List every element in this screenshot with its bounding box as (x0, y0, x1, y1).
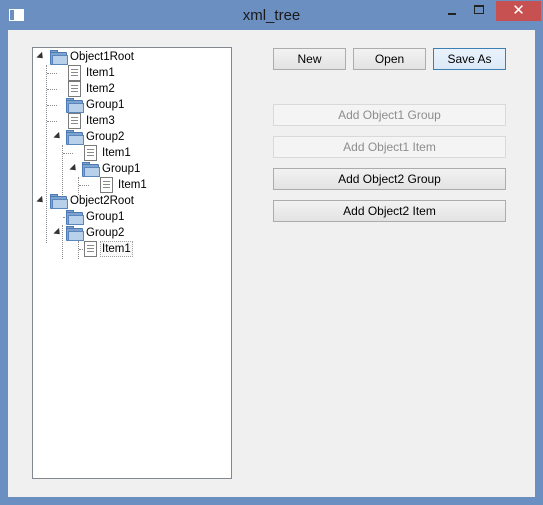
document-icon (100, 177, 113, 193)
client-area: Object1Root Item1 Item2 Group1 Item3 Gro… (8, 30, 535, 497)
tree-node-label: Item1 (86, 67, 115, 79)
tree-node-label: Group1 (102, 163, 141, 175)
maximize-icon (474, 5, 484, 14)
add-object1-group-button[interactable]: Add Object1 Group (273, 104, 506, 126)
tree-connector (47, 121, 57, 122)
tree-node-label: Item3 (86, 115, 115, 127)
tree-node-label: Group1 (86, 99, 125, 111)
folder-icon (66, 210, 84, 225)
tree-connector (78, 241, 79, 259)
document-icon (68, 113, 81, 129)
tree-node-label: Object1Root (70, 51, 134, 63)
minimize-icon (448, 13, 456, 15)
tree-node-label: Group1 (86, 211, 125, 223)
tree-connector (47, 89, 57, 90)
minimize-button[interactable] (442, 1, 462, 21)
document-icon (68, 81, 81, 97)
expanded-arrow-icon[interactable] (36, 51, 46, 62)
folder-icon (50, 50, 68, 65)
tree-node-label: Group2 (86, 227, 125, 239)
close-button[interactable]: ✕ (496, 1, 541, 21)
tree-connector (79, 185, 89, 186)
folder-icon (66, 130, 84, 145)
tree-node-label: Group2 (86, 131, 125, 143)
tree-view[interactable]: Object1Root Item1 Item2 Group1 Item3 Gro… (32, 47, 232, 479)
tree-connector (63, 153, 73, 154)
document-icon (68, 65, 81, 81)
folder-icon (66, 98, 84, 113)
expanded-arrow-icon[interactable] (69, 163, 79, 174)
tree-node-label: Item1 (118, 179, 147, 191)
close-icon: ✕ (512, 2, 525, 19)
document-icon (84, 241, 97, 257)
folder-icon (66, 226, 84, 241)
tree-node-label: Object2Root (70, 195, 134, 207)
tree-connector (47, 73, 57, 74)
document-icon (84, 145, 97, 161)
open-button[interactable]: Open (353, 48, 426, 70)
tree-node-label: Item1 (100, 241, 133, 257)
add-object1-item-button[interactable]: Add Object1 Item (273, 136, 506, 158)
tree-node-label: Item1 (102, 147, 131, 159)
add-object2-group-button[interactable]: Add Object2 Group (273, 168, 506, 190)
title-bar[interactable]: xml_tree ✕ (0, 0, 543, 30)
expanded-arrow-icon[interactable] (53, 131, 63, 142)
add-object2-item-button[interactable]: Add Object2 Item (273, 200, 506, 222)
expanded-arrow-icon[interactable] (36, 195, 46, 206)
tree-connector (46, 65, 47, 243)
tree-connector (47, 105, 57, 106)
tree-node-label: Item2 (86, 83, 115, 95)
new-button[interactable]: New (273, 48, 346, 70)
folder-icon (82, 162, 100, 177)
maximize-button[interactable] (470, 1, 490, 21)
folder-icon (50, 194, 68, 209)
main-window: xml_tree ✕ Object1Root Item1 Item2 Group… (0, 0, 543, 505)
save-as-button[interactable]: Save As (433, 48, 506, 70)
